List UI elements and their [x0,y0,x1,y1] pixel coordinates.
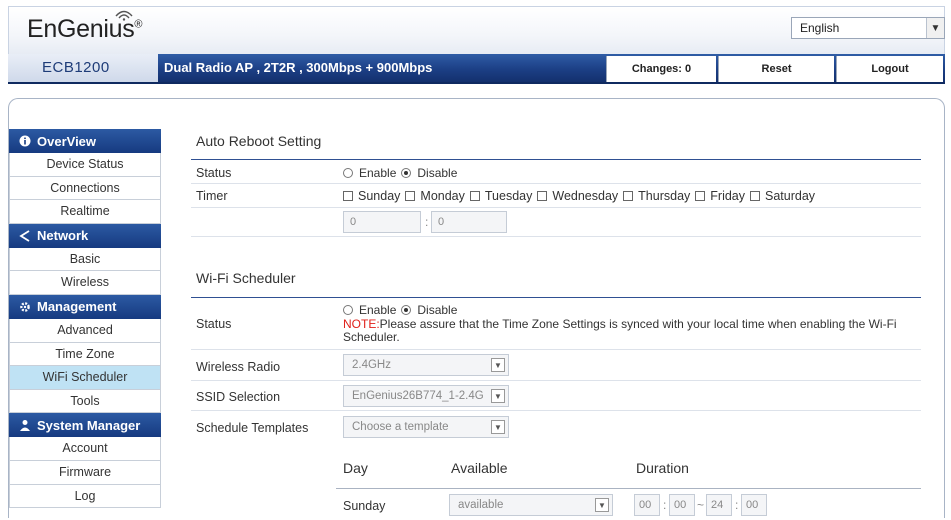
time-separator: : [425,215,429,229]
sidebar-section-management[interactable]: Management [9,294,161,319]
language-select[interactable]: English ▼ [791,17,945,39]
sidebar-item-log[interactable]: Log [9,484,161,509]
checkbox-wednesday[interactable] [537,191,548,201]
info-icon [17,135,33,147]
time-separator: : [735,498,739,512]
reboot-disable-radio[interactable] [401,168,412,178]
checkbox-tuesday[interactable] [469,191,480,201]
sidebar-item-advanced[interactable]: Advanced [9,318,161,343]
scheduler-disable-radio[interactable] [401,305,412,315]
checkbox-thursday[interactable] [623,191,634,201]
reboot-enable-radio[interactable] [343,168,353,178]
end-minute-input[interactable]: 00 [741,494,767,516]
ssid-select[interactable]: EnGenius26B774_1-2.4G ▼ [343,385,509,407]
schedule-templates-label: Schedule Templates [196,421,309,435]
chevron-down-icon[interactable]: ▼ [491,389,505,403]
sidebar-item-wifi-scheduler[interactable]: WiFi Scheduler [9,366,161,390]
column-header-duration: Duration [636,460,689,476]
sidebar-item-wireless[interactable]: Wireless [9,271,161,295]
wireless-radio-select[interactable]: 2.4GHz ▼ [343,354,509,376]
share-icon [17,230,33,242]
checkbox-saturday[interactable] [750,191,761,201]
auto-reboot-title: Auto Reboot Setting [196,133,322,149]
time-separator: : [663,498,667,512]
wireless-radio-label: Wireless Radio [196,360,281,374]
sidebar-item-tools[interactable]: Tools [9,389,161,414]
start-minute-input[interactable]: 00 [669,494,695,516]
chevron-down-icon[interactable]: ▼ [926,18,944,38]
changes-button[interactable]: Changes: 0 [606,56,716,82]
gear-icon [17,301,33,313]
sidebar-item-connections[interactable]: Connections [9,176,161,201]
start-hour-input[interactable]: 00 [634,494,660,516]
scheduler-enable-radio[interactable] [343,305,353,315]
main-panel: OverView Device Status Connections Realt… [8,98,945,518]
row-divider [191,236,921,237]
section-divider [191,159,921,160]
table-header-divider [336,488,921,489]
sidebar-item-realtime[interactable]: Realtime [9,200,161,224]
column-header-day: Day [343,460,368,476]
sidebar-item-basic[interactable]: Basic [9,247,161,272]
reboot-hour-input[interactable]: 0 [343,211,421,233]
wifi-scheduler-title: Wi-Fi Scheduler [196,270,296,286]
reboot-day-checkboxes: Sunday Monday Tuesday Wednesday Thursday… [343,189,815,203]
chevron-down-icon[interactable]: ▼ [491,420,505,434]
reboot-timer-label: Timer [196,189,228,203]
sidebar-nav: OverView Device Status Connections Realt… [9,129,161,509]
language-value: English [800,21,840,35]
sidebar-section-system-manager[interactable]: System Manager [9,413,161,438]
timezone-note: NOTE:Please assure that the Time Zone Se… [343,317,897,344]
row-divider [191,349,921,350]
user-icon [17,419,33,432]
scheduler-status-label: Status [196,317,232,331]
sidebar-section-network[interactable]: Network [9,223,161,248]
row-divider [191,410,921,411]
model-bar: ECB1200 Dual Radio AP , 2T2R , 300Mbps +… [8,54,945,84]
reboot-minute-input[interactable]: 0 [431,211,507,233]
row-day: Sunday [343,499,386,513]
reboot-status-options: Enable Disable [343,166,457,180]
sidebar-item-firmware[interactable]: Firmware [9,460,161,485]
column-header-available: Available [451,460,508,476]
checkbox-friday[interactable] [695,191,706,201]
scheduler-status-options: Enable Disable [343,303,457,317]
wifi-signal-icon [115,10,133,21]
chevron-down-icon[interactable]: ▼ [595,498,609,512]
checkbox-monday[interactable] [405,191,416,201]
sidebar-item-time-zone[interactable]: Time Zone [9,342,161,367]
section-divider [191,297,921,298]
checkbox-sunday[interactable] [343,191,353,201]
row-divider [191,207,921,208]
logout-button[interactable]: Logout [836,56,943,82]
top-header: EnGenius® English ▼ [8,6,945,54]
reboot-status-label: Status [196,166,232,180]
schedule-template-select[interactable]: Choose a template ▼ [343,416,509,438]
availability-select[interactable]: available ▼ [449,494,613,516]
row-divider [191,183,921,184]
chevron-down-icon[interactable]: ▼ [491,358,505,372]
sidebar-item-account[interactable]: Account [9,437,161,461]
ssid-selection-label: SSID Selection [196,390,281,404]
row-divider [191,380,921,381]
reset-button[interactable]: Reset [718,56,834,82]
sidebar-section-overview[interactable]: OverView [9,129,161,153]
end-hour-input[interactable]: 24 [706,494,732,516]
model-name: ECB1200 [8,54,158,82]
model-description: Dual Radio AP , 2T2R , 300Mbps + 900Mbps [164,60,433,75]
range-tilde: ~ [697,498,705,512]
sidebar-item-device-status[interactable]: Device Status [9,153,161,177]
